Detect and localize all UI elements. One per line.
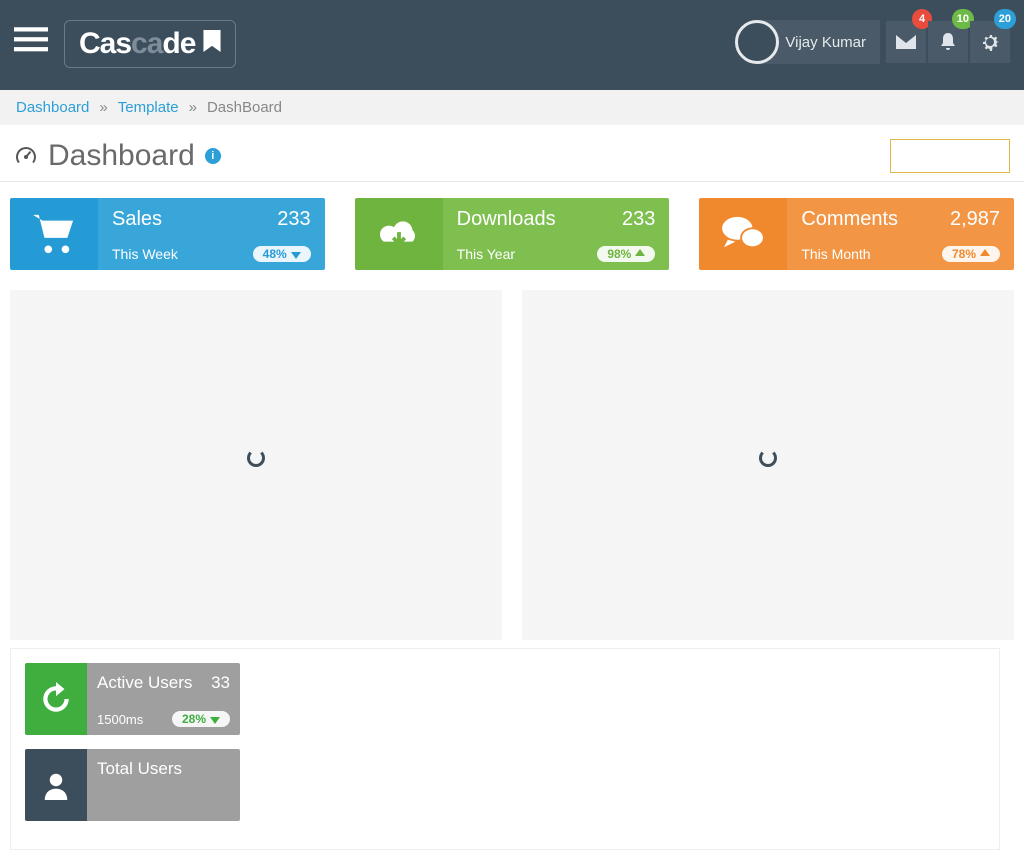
card-value: 2,987	[950, 208, 1000, 231]
user-icon	[41, 770, 71, 800]
chart-panel-left	[10, 290, 502, 640]
panels-row	[10, 290, 1014, 640]
user-name: Vijay Kumar	[785, 34, 866, 51]
gauge-icon	[14, 145, 38, 167]
settings-button[interactable]: 20	[970, 21, 1010, 63]
gear-icon	[980, 32, 1000, 52]
cloud-download-icon	[376, 214, 422, 254]
arrow-up-icon	[635, 249, 645, 259]
stat-card-downloads[interactable]: Downloads 233 This Year 98%	[355, 198, 670, 270]
card-label: Downloads	[457, 208, 556, 231]
lower-box: Active Users 33 1500ms 28%	[10, 648, 1000, 850]
breadcrumb-sep: »	[99, 99, 107, 116]
top-right: Vijay Kumar 4 10 20	[735, 20, 1010, 64]
breadcrumb-mid[interactable]: Template	[118, 99, 179, 116]
bell-icon	[940, 33, 956, 51]
card-pct: 98%	[597, 246, 655, 262]
arrow-down-icon	[210, 714, 220, 724]
content: Sales 233 This Week 48%	[0, 182, 1024, 866]
page-head: Dashboard i	[0, 125, 1024, 182]
brand-seg2: ca	[131, 27, 162, 60]
card-pct: 48%	[253, 246, 311, 262]
card-label: Comments	[801, 208, 898, 231]
card-pct: 78%	[942, 246, 1000, 262]
bookmark-icon	[203, 30, 221, 58]
arrow-down-icon	[291, 249, 301, 259]
stat-cards-row: Sales 233 This Week 48%	[10, 198, 1014, 270]
breadcrumb-current: DashBoard	[207, 99, 282, 116]
mail-icon	[896, 35, 916, 49]
small-card-active-users[interactable]: Active Users 33 1500ms 28%	[25, 663, 240, 735]
menu-toggle[interactable]	[10, 20, 52, 59]
brand-seg1: Cas	[79, 27, 131, 60]
settings-badge: 20	[994, 9, 1016, 29]
bell-button[interactable]: 10	[928, 21, 968, 63]
breadcrumb-sep: »	[189, 99, 197, 116]
user-chip[interactable]: Vijay Kumar	[735, 20, 880, 64]
card-label: Total Users	[97, 759, 182, 779]
loading-spinner-icon	[759, 449, 777, 467]
chart-panel-right	[522, 290, 1014, 640]
card-label: Active Users	[97, 673, 192, 693]
card-period: This Week	[112, 246, 178, 262]
card-period: This Month	[801, 246, 870, 262]
refresh-icon	[39, 682, 73, 716]
brand-logo[interactable]: Cascade	[64, 20, 236, 68]
cart-icon	[31, 213, 77, 255]
avatar	[735, 20, 779, 64]
hamburger-icon	[14, 26, 48, 54]
page-title: Dashboard	[48, 139, 195, 173]
breadcrumb: Dashboard » Template » DashBoard	[0, 90, 1024, 125]
stat-card-sales[interactable]: Sales 233 This Week 48%	[10, 198, 325, 270]
comments-icon	[720, 215, 766, 253]
card-period: This Year	[457, 246, 515, 262]
loading-spinner-icon	[247, 449, 265, 467]
card-label: Sales	[112, 208, 162, 231]
small-card-total-users[interactable]: Total Users	[25, 749, 240, 821]
card-period: 1500ms	[97, 712, 143, 727]
topbar: Cascade Vijay Kumar 4 10 20	[0, 0, 1024, 90]
mail-button[interactable]: 4	[886, 21, 926, 63]
card-value: 233	[277, 208, 310, 231]
card-pct: 28%	[172, 711, 230, 727]
card-value: 233	[622, 208, 655, 231]
search-input[interactable]	[890, 139, 1010, 173]
arrow-up-icon	[980, 249, 990, 259]
brand-seg3: de	[162, 27, 195, 60]
breadcrumb-root[interactable]: Dashboard	[16, 99, 89, 116]
stat-card-comments[interactable]: Comments 2,987 This Month 78%	[699, 198, 1014, 270]
info-icon[interactable]: i	[205, 148, 221, 164]
card-value: 33	[211, 673, 230, 693]
